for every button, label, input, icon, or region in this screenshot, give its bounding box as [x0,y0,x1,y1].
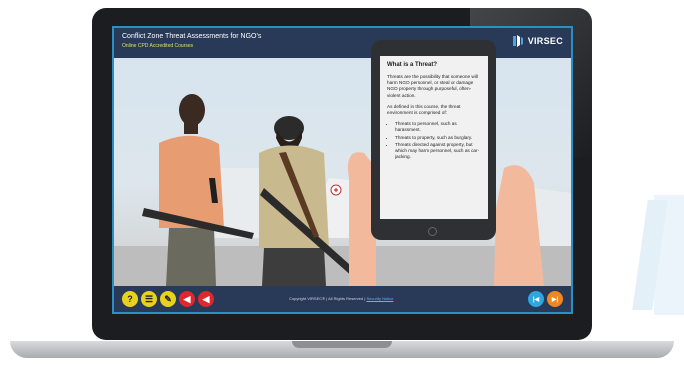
copyright-text: Copyright VIRSEC® | All Rights Reserved … [289,296,393,301]
course-footer: ? ☰ ✎ ◀ ◀ Copyright VIRSEC® | All Rights… [114,286,571,312]
security-notice-link[interactable]: Security Notice [367,296,394,301]
page: Conflict Zone Threat Assessments for NGO… [0,0,684,365]
logo-text: VIRSEC [527,36,563,46]
mute-button[interactable]: ◀ [198,291,214,307]
menu-button[interactable]: ☰ [141,291,157,307]
list-item: Threats directed against property, but w… [395,142,481,161]
course-subtitle: Online CPD Accredited Courses [122,43,194,49]
brand-logo: VIRSEC [511,34,563,48]
threat-list: Threats to personnel, such as harassment… [387,121,481,160]
threat-definition: Threats are the possibility that someone… [387,73,478,98]
copyright-label: Copyright VIRSEC® | All Rights Reserved … [289,296,366,301]
phone-heading: What is a Threat? [387,62,438,68]
speaker-icon: ◀ [183,293,191,304]
help-button[interactable]: ? [122,291,138,307]
list-item: Threats to property, such as burglary. [395,135,481,141]
course-header: Conflict Zone Threat Assessments for NGO… [114,28,571,58]
skip-back-icon: |◀ [532,296,540,303]
phone-home-button [428,227,437,236]
menu-icon: ☰ [144,293,154,304]
course-scene [114,58,571,286]
virsec-logo-icon [512,35,523,47]
previous-button[interactable]: |◀ [528,291,544,307]
scene-illustration [114,94,571,286]
course-title: Conflict Zone Threat Assessments for NGO… [122,33,262,40]
laptop-notch [292,341,392,348]
laptop-screen: Conflict Zone Threat Assessments for NGO… [112,26,573,314]
speaker-mute-icon: ◀ [202,293,210,304]
phone-screen: What is a Threat? Threats are the possib… [380,56,488,219]
list-item: Threats to personnel, such as harassment… [395,121,481,133]
threat-environment-intro: As defined in this course, the threat en… [387,103,461,115]
next-button[interactable]: ▶| [547,291,563,307]
audio-button[interactable]: ◀ [179,291,195,307]
notes-button[interactable]: ✎ [160,291,176,307]
help-icon: ? [127,294,133,304]
skip-forward-icon: ▶| [551,296,559,303]
pencil-icon: ✎ [164,293,172,304]
